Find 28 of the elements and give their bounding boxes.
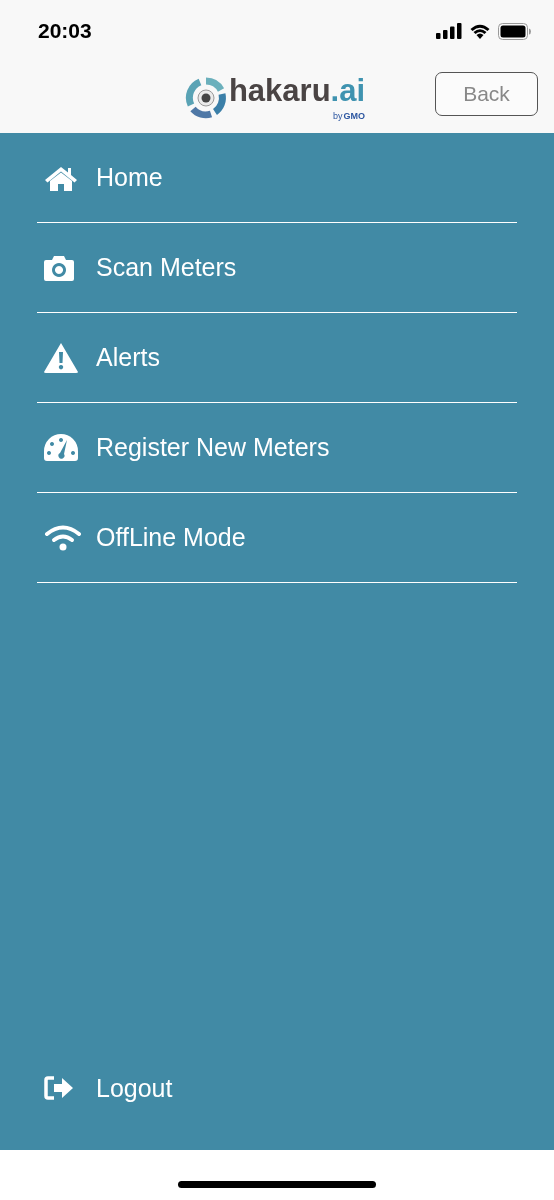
home-icon (44, 164, 78, 191)
warning-icon (44, 342, 78, 373)
logout-item[interactable]: Logout (37, 1068, 517, 1108)
menu-item[interactable]: Register New Meters (37, 403, 517, 493)
battery-icon (498, 22, 532, 40)
signal-icon (436, 23, 462, 39)
logo-brand: GMO (343, 110, 366, 121)
logo-name: hakaru (228, 72, 331, 108)
wifi-icon (469, 23, 491, 39)
menu-item-label: OffLine Mode (96, 523, 246, 552)
gauge-icon (44, 434, 78, 461)
menu-item-label: Register New Meters (96, 433, 330, 462)
wifi-icon (44, 524, 82, 551)
camera-icon (44, 254, 74, 281)
back-button[interactable]: Back (435, 72, 538, 116)
logout-icon (44, 1076, 74, 1100)
logo-by: by (333, 110, 343, 121)
logout-label: Logout (96, 1073, 173, 1103)
menu-item[interactable]: OffLine Mode (37, 493, 517, 583)
menu-item[interactable]: Scan Meters (37, 223, 517, 313)
status-time: 20:03 (38, 19, 92, 43)
camera-lens-icon (184, 76, 227, 119)
menu-item-label: Home (96, 163, 163, 192)
menu-item[interactable]: Alerts (37, 313, 517, 403)
menu-item-label: Alerts (96, 343, 160, 372)
menu-item-label: Scan Meters (96, 253, 237, 282)
logo-suffix: .ai (330, 72, 366, 108)
menu-item[interactable]: Home (37, 133, 517, 223)
